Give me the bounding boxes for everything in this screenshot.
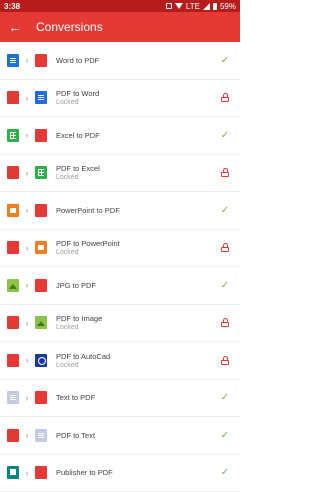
conversion-row[interactable]: › PDF to AutoCadLocked — [0, 342, 240, 380]
pdf-file-icon — [35, 204, 47, 217]
pdf-file-icon — [7, 166, 19, 179]
check-icon: ✓ — [218, 130, 232, 141]
chevron-right-icon: › — [19, 318, 35, 328]
battery-label: 59% — [220, 2, 236, 11]
conversion-sublabel: Locked — [56, 174, 218, 181]
check-icon: ✓ — [218, 430, 232, 441]
conversion-row[interactable]: › PDF to Text✓ — [0, 417, 240, 455]
conversion-label: PDF to PowerPoint — [56, 239, 218, 248]
conversion-row[interactable]: › Publisher to PDF✓ — [0, 455, 240, 492]
conversion-label: Word to PDF — [56, 56, 218, 65]
jpg-file-icon — [7, 279, 19, 292]
conversion-row[interactable]: › PDF to PowerPointLocked — [0, 230, 240, 268]
chevron-right-icon: › — [19, 430, 35, 440]
conversion-label: Publisher to PDF — [56, 468, 218, 477]
chevron-right-icon: › — [19, 205, 35, 215]
pdf-file-icon — [7, 316, 19, 329]
page-title: Conversions — [36, 20, 103, 34]
network-label: LTE — [186, 2, 200, 11]
pdf-file-icon — [35, 466, 47, 479]
pdf-file-icon — [7, 91, 19, 104]
conversion-row[interactable]: › Text to PDF✓ — [0, 380, 240, 418]
excel-file-icon — [7, 129, 19, 142]
battery-icon — [213, 3, 217, 10]
signal-icon — [203, 3, 210, 10]
notification-icon — [166, 3, 172, 9]
cad-file-icon — [35, 354, 47, 367]
conversion-label: PDF to Image — [56, 314, 218, 323]
excel-file-icon — [35, 166, 47, 179]
check-icon: ✓ — [218, 205, 232, 216]
word-file-icon — [7, 54, 19, 67]
conversion-label: PowerPoint to PDF — [56, 206, 218, 215]
ppt-file-icon — [7, 204, 19, 217]
lock-icon — [218, 168, 232, 177]
chevron-right-icon: › — [19, 468, 35, 478]
ppt-file-icon — [35, 241, 47, 254]
text-file-icon — [35, 429, 47, 442]
conversion-label: PDF to Word — [56, 89, 218, 98]
lock-icon — [218, 318, 232, 327]
jpg-file-icon — [35, 316, 47, 329]
lock-icon — [218, 356, 232, 365]
conversion-row[interactable]: › Excel to PDF✓ — [0, 117, 240, 155]
conversion-label: PDF to Text — [56, 431, 218, 440]
chevron-right-icon: › — [19, 280, 35, 290]
conversion-row[interactable]: › JPG to PDF✓ — [0, 267, 240, 305]
chevron-right-icon: › — [19, 393, 35, 403]
conversion-row[interactable]: › Word to PDF✓ — [0, 42, 240, 80]
pdf-file-icon — [35, 129, 47, 142]
arrow-left-icon: ← — [8, 19, 22, 35]
text-file-icon — [7, 391, 19, 404]
conversion-row[interactable]: › PDF to ImageLocked — [0, 305, 240, 343]
check-icon: ✓ — [218, 280, 232, 291]
pdf-file-icon — [7, 429, 19, 442]
lock-icon — [218, 243, 232, 252]
conversion-list: ›Word to PDF✓›PDF to WordLocked›Excel to… — [0, 42, 240, 492]
conversion-label: Text to PDF — [56, 393, 218, 402]
app-bar: ← Conversions — [0, 12, 240, 42]
wifi-icon — [175, 3, 183, 9]
check-icon: ✓ — [218, 392, 232, 403]
lock-icon — [218, 93, 232, 102]
conversion-label: Excel to PDF — [56, 131, 218, 140]
chevron-right-icon: › — [19, 243, 35, 253]
check-icon: ✓ — [218, 55, 232, 66]
conversion-label: PDF to Excel — [56, 164, 218, 173]
conversion-sublabel: Locked — [56, 324, 218, 331]
conversion-sublabel: Locked — [56, 249, 218, 256]
chevron-right-icon: › — [19, 130, 35, 140]
status-time: 3:38 — [4, 2, 166, 11]
pdf-file-icon — [7, 354, 19, 367]
pdf-file-icon — [35, 279, 47, 292]
chevron-right-icon: › — [19, 93, 35, 103]
chevron-right-icon: › — [19, 55, 35, 65]
back-button[interactable]: ← — [0, 12, 30, 42]
chevron-right-icon: › — [19, 355, 35, 365]
pdf-file-icon — [7, 241, 19, 254]
conversion-label: PDF to AutoCad — [56, 352, 218, 361]
conversion-sublabel: Locked — [56, 99, 218, 106]
conversion-row[interactable]: › PDF to WordLocked — [0, 80, 240, 118]
conversion-row[interactable]: › PDF to ExcelLocked — [0, 155, 240, 193]
status-bar: 3:38 LTE 59% — [0, 0, 240, 12]
conversion-row[interactable]: › PowerPoint to PDF✓ — [0, 192, 240, 230]
pdf-file-icon — [35, 54, 47, 67]
chevron-right-icon: › — [19, 168, 35, 178]
conversion-label: JPG to PDF — [56, 281, 218, 290]
check-icon: ✓ — [218, 467, 232, 478]
conversion-sublabel: Locked — [56, 362, 218, 369]
word-file-icon — [35, 91, 47, 104]
pub-file-icon — [7, 466, 19, 479]
pdf-file-icon — [35, 391, 47, 404]
